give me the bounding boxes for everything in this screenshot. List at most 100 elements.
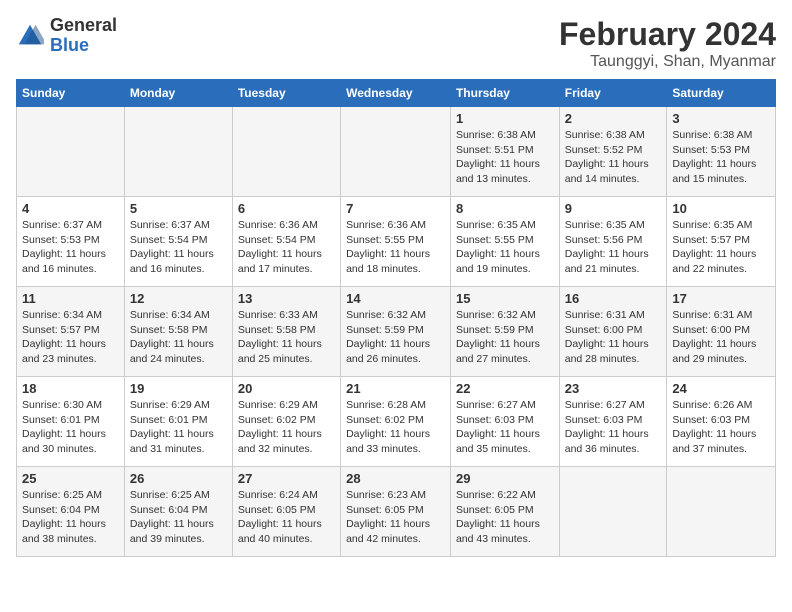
day-info: Sunrise: 6:29 AMSunset: 6:02 PMDaylight:… bbox=[238, 398, 335, 457]
location: Taunggyi, Shan, Myanmar bbox=[559, 53, 776, 71]
day-number: 12 bbox=[130, 291, 227, 306]
calendar-header: SundayMondayTuesdayWednesdayThursdayFrid… bbox=[17, 80, 776, 107]
weekday-header: Tuesday bbox=[232, 80, 340, 107]
calendar-cell: 2 Sunrise: 6:38 AMSunset: 5:52 PMDaylight… bbox=[559, 107, 667, 197]
weekday-header: Saturday bbox=[667, 80, 776, 107]
calendar-cell: 20 Sunrise: 6:29 AMSunset: 6:02 PMDayligh… bbox=[232, 377, 340, 467]
day-number: 11 bbox=[22, 291, 119, 306]
logo: General Blue bbox=[16, 16, 117, 56]
weekday-header: Friday bbox=[559, 80, 667, 107]
day-info: Sunrise: 6:24 AMSunset: 6:05 PMDaylight:… bbox=[238, 488, 335, 547]
calendar-cell: 10 Sunrise: 6:35 AMSunset: 5:57 PMDayligh… bbox=[667, 197, 776, 287]
weekday-header: Sunday bbox=[17, 80, 125, 107]
day-info: Sunrise: 6:36 AMSunset: 5:55 PMDaylight:… bbox=[346, 218, 445, 277]
day-info: Sunrise: 6:34 AMSunset: 5:58 PMDaylight:… bbox=[130, 308, 227, 367]
day-number: 9 bbox=[565, 201, 662, 216]
calendar-cell: 1 Sunrise: 6:38 AMSunset: 5:51 PMDaylight… bbox=[450, 107, 559, 197]
day-info: Sunrise: 6:25 AMSunset: 6:04 PMDaylight:… bbox=[130, 488, 227, 547]
day-info: Sunrise: 6:37 AMSunset: 5:54 PMDaylight:… bbox=[130, 218, 227, 277]
day-number: 6 bbox=[238, 201, 335, 216]
logo-icon bbox=[16, 22, 44, 50]
calendar-cell: 15 Sunrise: 6:32 AMSunset: 5:59 PMDayligh… bbox=[450, 287, 559, 377]
calendar-cell: 8 Sunrise: 6:35 AMSunset: 5:55 PMDaylight… bbox=[450, 197, 559, 287]
calendar-week-row: 4 Sunrise: 6:37 AMSunset: 5:53 PMDaylight… bbox=[17, 197, 776, 287]
logo-general: General bbox=[50, 16, 117, 36]
day-info: Sunrise: 6:31 AMSunset: 6:00 PMDaylight:… bbox=[565, 308, 662, 367]
calendar-cell: 18 Sunrise: 6:30 AMSunset: 6:01 PMDayligh… bbox=[17, 377, 125, 467]
weekday-header: Thursday bbox=[450, 80, 559, 107]
day-info: Sunrise: 6:32 AMSunset: 5:59 PMDaylight:… bbox=[346, 308, 445, 367]
day-number: 7 bbox=[346, 201, 445, 216]
calendar-cell: 4 Sunrise: 6:37 AMSunset: 5:53 PMDaylight… bbox=[17, 197, 125, 287]
calendar-table: SundayMondayTuesdayWednesdayThursdayFrid… bbox=[16, 79, 776, 557]
day-info: Sunrise: 6:36 AMSunset: 5:54 PMDaylight:… bbox=[238, 218, 335, 277]
calendar-cell bbox=[341, 107, 451, 197]
calendar-week-row: 11 Sunrise: 6:34 AMSunset: 5:57 PMDayligh… bbox=[17, 287, 776, 377]
calendar-cell: 6 Sunrise: 6:36 AMSunset: 5:54 PMDaylight… bbox=[232, 197, 340, 287]
calendar-cell: 21Sunrise: 6:28 AMSunset: 6:02 PMDayligh… bbox=[341, 377, 451, 467]
title-area: February 2024 Taunggyi, Shan, Myanmar bbox=[559, 16, 776, 71]
day-number: 28 bbox=[346, 471, 445, 486]
day-number: 4 bbox=[22, 201, 119, 216]
day-info: Sunrise: 6:27 AMSunset: 6:03 PMDaylight:… bbox=[565, 398, 662, 457]
calendar-cell: 12 Sunrise: 6:34 AMSunset: 5:58 PMDayligh… bbox=[124, 287, 232, 377]
calendar-cell: 5Sunrise: 6:37 AMSunset: 5:54 PMDaylight… bbox=[124, 197, 232, 287]
day-info: Sunrise: 6:37 AMSunset: 5:53 PMDaylight:… bbox=[22, 218, 119, 277]
calendar-cell: 19 Sunrise: 6:29 AMSunset: 6:01 PMDayligh… bbox=[124, 377, 232, 467]
day-info: Sunrise: 6:38 AMSunset: 5:53 PMDaylight:… bbox=[672, 128, 770, 187]
day-info: Sunrise: 6:38 AMSunset: 5:52 PMDaylight:… bbox=[565, 128, 662, 187]
calendar-cell: 13Sunrise: 6:33 AMSunset: 5:58 PMDayligh… bbox=[232, 287, 340, 377]
day-info: Sunrise: 6:34 AMSunset: 5:57 PMDaylight:… bbox=[22, 308, 119, 367]
calendar-cell: 26Sunrise: 6:25 AMSunset: 6:04 PMDayligh… bbox=[124, 467, 232, 557]
month-year: February 2024 bbox=[559, 16, 776, 53]
day-info: Sunrise: 6:23 AMSunset: 6:05 PMDaylight:… bbox=[346, 488, 445, 547]
weekday-header: Wednesday bbox=[341, 80, 451, 107]
day-info: Sunrise: 6:29 AMSunset: 6:01 PMDaylight:… bbox=[130, 398, 227, 457]
day-number: 18 bbox=[22, 381, 119, 396]
day-number: 15 bbox=[456, 291, 554, 306]
calendar-cell: 14 Sunrise: 6:32 AMSunset: 5:59 PMDayligh… bbox=[341, 287, 451, 377]
calendar-week-row: 25 Sunrise: 6:25 AMSunset: 6:04 PMDayligh… bbox=[17, 467, 776, 557]
day-number: 1 bbox=[456, 111, 554, 126]
calendar-cell: 7 Sunrise: 6:36 AMSunset: 5:55 PMDaylight… bbox=[341, 197, 451, 287]
day-number: 24 bbox=[672, 381, 770, 396]
day-number: 21 bbox=[346, 381, 445, 396]
weekday-header: Monday bbox=[124, 80, 232, 107]
day-info: Sunrise: 6:31 AMSunset: 6:00 PMDaylight:… bbox=[672, 308, 770, 367]
calendar-cell bbox=[667, 467, 776, 557]
day-number: 27 bbox=[238, 471, 335, 486]
day-number: 10 bbox=[672, 201, 770, 216]
day-info: Sunrise: 6:26 AMSunset: 6:03 PMDaylight:… bbox=[672, 398, 770, 457]
day-info: Sunrise: 6:27 AMSunset: 6:03 PMDaylight:… bbox=[456, 398, 554, 457]
day-number: 14 bbox=[346, 291, 445, 306]
calendar-cell: 9Sunrise: 6:35 AMSunset: 5:56 PMDaylight… bbox=[559, 197, 667, 287]
calendar-cell: 16Sunrise: 6:31 AMSunset: 6:00 PMDayligh… bbox=[559, 287, 667, 377]
day-number: 22 bbox=[456, 381, 554, 396]
page-header: General Blue February 2024 Taunggyi, Sha… bbox=[16, 16, 776, 71]
calendar-cell: 28 Sunrise: 6:23 AMSunset: 6:05 PMDayligh… bbox=[341, 467, 451, 557]
calendar-cell: 11 Sunrise: 6:34 AMSunset: 5:57 PMDayligh… bbox=[17, 287, 125, 377]
calendar-cell: 27 Sunrise: 6:24 AMSunset: 6:05 PMDayligh… bbox=[232, 467, 340, 557]
day-number: 19 bbox=[130, 381, 227, 396]
day-info: Sunrise: 6:30 AMSunset: 6:01 PMDaylight:… bbox=[22, 398, 119, 457]
day-info: Sunrise: 6:32 AMSunset: 5:59 PMDaylight:… bbox=[456, 308, 554, 367]
calendar-week-row: 18 Sunrise: 6:30 AMSunset: 6:01 PMDayligh… bbox=[17, 377, 776, 467]
calendar-cell bbox=[559, 467, 667, 557]
calendar-cell: 3Sunrise: 6:38 AMSunset: 5:53 PMDaylight… bbox=[667, 107, 776, 197]
day-number: 2 bbox=[565, 111, 662, 126]
day-info: Sunrise: 6:35 AMSunset: 5:55 PMDaylight:… bbox=[456, 218, 554, 277]
calendar-cell bbox=[124, 107, 232, 197]
day-info: Sunrise: 6:22 AMSunset: 6:05 PMDaylight:… bbox=[456, 488, 554, 547]
calendar-cell: 29 Sunrise: 6:22 AMSunset: 6:05 PMDayligh… bbox=[450, 467, 559, 557]
day-info: Sunrise: 6:25 AMSunset: 6:04 PMDaylight:… bbox=[22, 488, 119, 547]
day-info: Sunrise: 6:38 AMSunset: 5:51 PMDaylight:… bbox=[456, 128, 554, 187]
day-number: 29 bbox=[456, 471, 554, 486]
calendar-cell bbox=[232, 107, 340, 197]
calendar-cell bbox=[17, 107, 125, 197]
day-number: 8 bbox=[456, 201, 554, 216]
day-number: 20 bbox=[238, 381, 335, 396]
day-info: Sunrise: 6:35 AMSunset: 5:57 PMDaylight:… bbox=[672, 218, 770, 277]
day-number: 25 bbox=[22, 471, 119, 486]
calendar-cell: 22 Sunrise: 6:27 AMSunset: 6:03 PMDayligh… bbox=[450, 377, 559, 467]
weekday-header-row: SundayMondayTuesdayWednesdayThursdayFrid… bbox=[17, 80, 776, 107]
